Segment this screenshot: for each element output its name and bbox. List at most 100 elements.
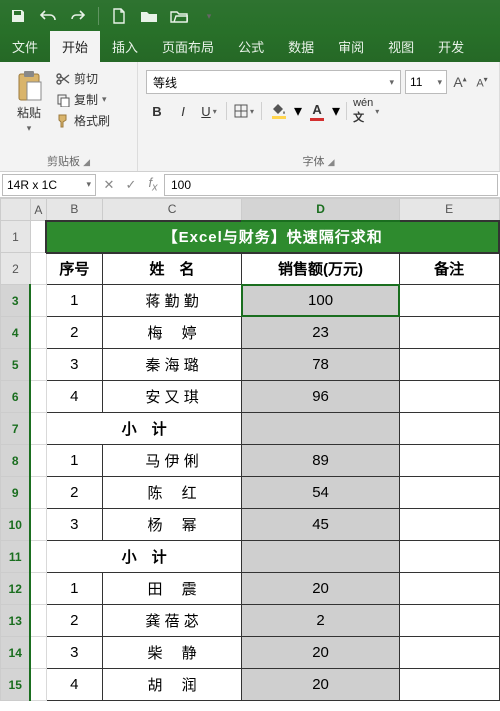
italic-button[interactable]: I (172, 100, 194, 122)
underline-button[interactable]: U▾ (198, 100, 220, 122)
cell-remark[interactable] (399, 509, 499, 541)
row-header[interactable]: 14 (1, 637, 31, 669)
cell-remark[interactable] (399, 381, 499, 413)
cell[interactable] (30, 509, 46, 541)
dialog-launcher-icon[interactable]: ◢ (328, 157, 335, 167)
open-file-icon[interactable] (135, 2, 163, 30)
cell-remark[interactable] (399, 573, 499, 605)
cell-name[interactable]: 蒋 勤 勤 (102, 285, 242, 317)
tab-formulas[interactable]: 公式 (226, 31, 276, 62)
cell-amount[interactable] (242, 413, 399, 445)
cell-remark[interactable] (399, 477, 499, 509)
row-header[interactable]: 10 (1, 509, 31, 541)
name-box[interactable]: 14R x 1C▾ (2, 174, 96, 196)
cell-name[interactable]: 秦 海 璐 (102, 349, 242, 381)
cell-name[interactable]: 杨 幂 (102, 509, 242, 541)
cell[interactable] (30, 637, 46, 669)
font-size-select[interactable]: 11▾ (405, 70, 447, 94)
cell[interactable] (30, 285, 46, 317)
cell-amount[interactable]: 23 (242, 317, 399, 349)
cell[interactable] (30, 381, 46, 413)
cell-remark[interactable] (399, 669, 499, 701)
row-header[interactable]: 13 (1, 605, 31, 637)
row-header[interactable]: 4 (1, 317, 31, 349)
subtotal-label[interactable]: 小 计 (46, 413, 241, 445)
cell-seq[interactable]: 2 (46, 317, 102, 349)
cell-amount[interactable]: 销售额(万元) (242, 253, 399, 285)
cell-remark[interactable] (399, 413, 499, 445)
tab-developer[interactable]: 开发 (426, 31, 476, 62)
tab-home[interactable]: 开始 (50, 31, 100, 62)
fx-button[interactable]: fx (142, 174, 164, 196)
cell-seq[interactable]: 2 (46, 477, 102, 509)
new-file-icon[interactable] (105, 2, 133, 30)
folder-icon[interactable] (165, 2, 193, 30)
enter-button[interactable]: ✓ (120, 174, 142, 196)
cell-amount[interactable]: 20 (242, 573, 399, 605)
cell-seq[interactable]: 1 (46, 445, 102, 477)
tab-view[interactable]: 视图 (376, 31, 426, 62)
row-header[interactable]: 2 (1, 253, 31, 285)
cell-remark[interactable] (399, 541, 499, 573)
column-header[interactable]: D (242, 199, 399, 221)
copy-button[interactable]: 复制▾ (56, 91, 110, 108)
cell[interactable] (30, 669, 46, 701)
shrink-font-button[interactable]: A▾ (473, 75, 491, 90)
select-all-corner[interactable] (1, 199, 31, 221)
cell-remark[interactable] (399, 349, 499, 381)
cell[interactable] (30, 477, 46, 509)
cell-seq[interactable]: 1 (46, 285, 102, 317)
row-header[interactable]: 15 (1, 669, 31, 701)
column-header[interactable]: E (399, 199, 499, 221)
cell[interactable] (30, 317, 46, 349)
row-header[interactable]: 1 (1, 221, 31, 253)
cell[interactable] (30, 349, 46, 381)
row-header[interactable]: 11 (1, 541, 31, 573)
cell-amount[interactable]: 96 (242, 381, 399, 413)
row-header[interactable]: 5 (1, 349, 31, 381)
cell-seq[interactable]: 4 (46, 381, 102, 413)
font-color-button[interactable]: A (306, 100, 328, 122)
row-header[interactable]: 12 (1, 573, 31, 605)
cell-remark[interactable] (399, 637, 499, 669)
cell-name[interactable]: 田 震 (102, 573, 242, 605)
column-header[interactable]: A (30, 199, 46, 221)
dialog-launcher-icon[interactable]: ◢ (83, 157, 90, 167)
cell-seq[interactable]: 3 (46, 509, 102, 541)
cell-name[interactable]: 梅 婷 (102, 317, 242, 349)
cell-name[interactable]: 陈 红 (102, 477, 242, 509)
cell-amount[interactable] (242, 541, 399, 573)
tab-insert[interactable]: 插入 (100, 31, 150, 62)
cell-seq[interactable]: 2 (46, 605, 102, 637)
tab-data[interactable]: 数据 (276, 31, 326, 62)
tab-page-layout[interactable]: 页面布局 (150, 31, 226, 62)
row-header[interactable]: 7 (1, 413, 31, 445)
cell[interactable] (30, 413, 46, 445)
row-header[interactable]: 8 (1, 445, 31, 477)
cell-seq[interactable]: 3 (46, 349, 102, 381)
row-header[interactable]: 6 (1, 381, 31, 413)
phonetic-button[interactable]: wén文▾ (353, 100, 379, 122)
cell-remark[interactable] (399, 445, 499, 477)
redo-icon[interactable] (64, 2, 92, 30)
formula-input[interactable]: 100 (164, 174, 498, 196)
cell[interactable] (30, 445, 46, 477)
fill-color-dropdown[interactable]: ▾ (294, 101, 302, 121)
grow-font-button[interactable]: A▴ (451, 74, 469, 90)
save-icon[interactable] (4, 2, 32, 30)
cell-name[interactable]: 胡 润 (102, 669, 242, 701)
cell-amount[interactable]: 89 (242, 445, 399, 477)
row-header[interactable]: 3 (1, 285, 31, 317)
cell-amount[interactable]: 78 (242, 349, 399, 381)
worksheet-grid[interactable]: ABCDE1【Excel与财务】快速隔行求和2序号姓 名销售额(万元)备注31蒋… (0, 198, 500, 701)
tab-file[interactable]: 文件 (0, 31, 50, 62)
cell-seq[interactable]: 4 (46, 669, 102, 701)
undo-icon[interactable] (34, 2, 62, 30)
cell[interactable] (30, 253, 46, 285)
cell-name[interactable]: 姓 名 (102, 253, 242, 285)
cell-seq[interactable]: 1 (46, 573, 102, 605)
cell-remark[interactable]: 备注 (399, 253, 499, 285)
cell-amount[interactable]: 45 (242, 509, 399, 541)
column-header[interactable]: B (46, 199, 102, 221)
cell-amount[interactable]: 2 (242, 605, 399, 637)
